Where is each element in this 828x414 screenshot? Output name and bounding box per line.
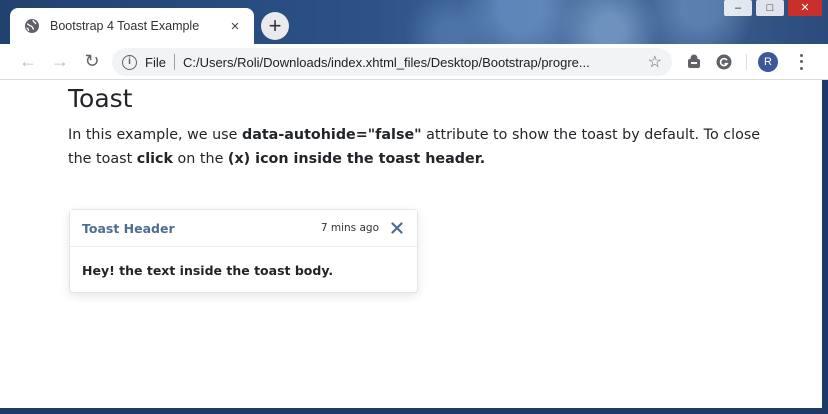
tab-title: Bootstrap 4 Toast Example bbox=[50, 19, 200, 33]
intro-text-1: In this example, we use bbox=[68, 127, 242, 143]
forward-button[interactable]: → bbox=[44, 46, 76, 78]
browser-title-bar: Bootstrap 4 Toast Example × + – □ ✕ bbox=[0, 0, 828, 44]
close-window-button[interactable]: ✕ bbox=[788, 0, 822, 16]
intro-text-3: on the bbox=[173, 151, 228, 167]
menu-icon[interactable] bbox=[794, 52, 808, 72]
scheme-label: File bbox=[145, 54, 166, 70]
maximize-button[interactable]: □ bbox=[756, 0, 784, 16]
back-button[interactable]: ← bbox=[12, 46, 44, 78]
reload-button[interactable]: ↻ bbox=[76, 46, 108, 78]
window-controls: – □ ✕ bbox=[724, 0, 822, 16]
toast-header-title: Toast Header bbox=[82, 220, 175, 236]
window-bottom-edge bbox=[0, 408, 828, 414]
omnibox-divider bbox=[173, 54, 175, 70]
profile-avatar[interactable]: R bbox=[758, 52, 778, 72]
toast-body: Hey! the text inside the toast body. bbox=[82, 263, 334, 278]
browser-tab[interactable]: Bootstrap 4 Toast Example × bbox=[10, 8, 254, 44]
page-content: Toast In this example, we use data-autoh… bbox=[0, 80, 822, 408]
extension-icon[interactable] bbox=[682, 50, 706, 74]
grammarly-icon[interactable] bbox=[712, 50, 736, 74]
intro-click: click bbox=[136, 151, 173, 167]
toast: Toast Header 7 mins ago Hey! the text in… bbox=[69, 209, 418, 293]
close-icon[interactable] bbox=[389, 220, 405, 236]
page-title: Toast bbox=[68, 84, 133, 113]
globe-icon bbox=[24, 18, 40, 34]
toast-time: 7 mins ago bbox=[320, 222, 379, 234]
toolbar-divider bbox=[746, 54, 747, 70]
intro-paragraph: In this example, we use data-autohide="f… bbox=[68, 123, 768, 171]
new-tab-button[interactable]: + bbox=[261, 12, 289, 40]
minimize-button[interactable]: – bbox=[724, 0, 752, 16]
intro-close-hint: (x) icon inside the toast header. bbox=[227, 151, 486, 167]
intro-code: data-autohide="false" bbox=[241, 127, 422, 143]
browser-toolbar: ← → ↻ i File C:/Users/Roli/Downloads/ind… bbox=[0, 44, 828, 80]
address-bar[interactable]: i File C:/Users/Roli/Downloads/index.xht… bbox=[112, 48, 672, 76]
window-right-edge bbox=[822, 80, 828, 414]
url-text[interactable]: C:/Users/Roli/Downloads/index.xhtml_file… bbox=[183, 55, 640, 70]
star-icon[interactable]: ☆ bbox=[648, 52, 662, 72]
info-icon[interactable]: i bbox=[122, 54, 137, 70]
toast-header: Toast Header 7 mins ago bbox=[70, 210, 417, 247]
tab-close-icon[interactable]: × bbox=[226, 18, 244, 35]
